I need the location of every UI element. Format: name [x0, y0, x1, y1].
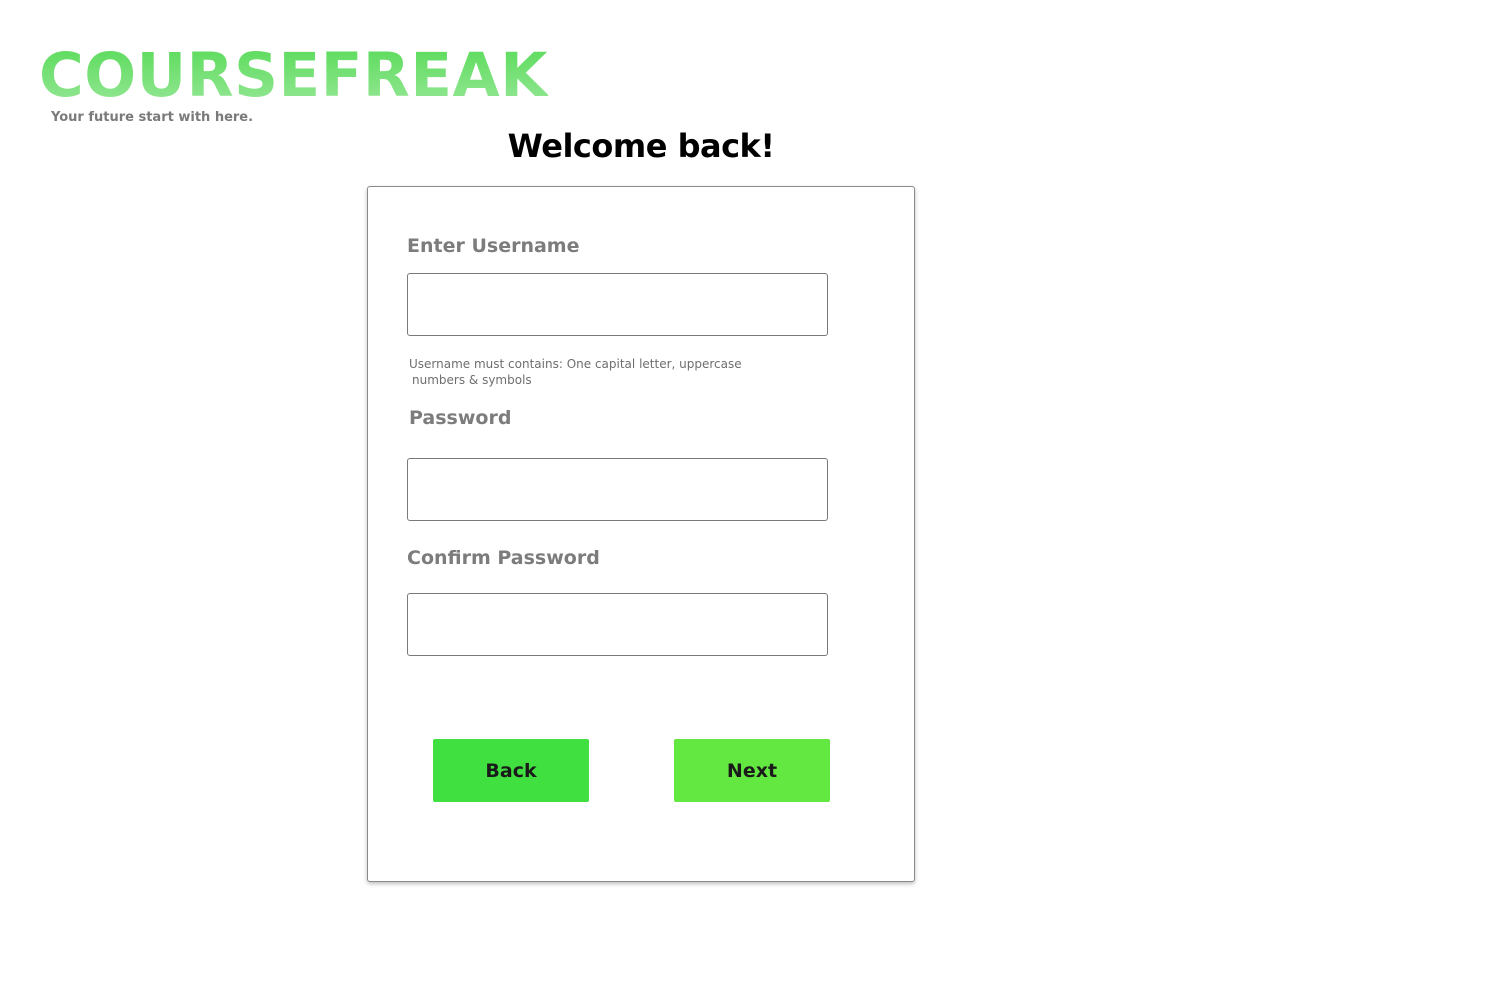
- password-label: Password: [409, 407, 512, 429]
- next-button[interactable]: Next: [674, 739, 830, 802]
- username-label: Enter Username: [407, 235, 580, 257]
- brand-tagline: Your future start with here.: [51, 110, 254, 125]
- username-hint-line-2: numbers & symbols: [412, 373, 532, 387]
- page-title: Welcome back!: [507, 127, 775, 165]
- brand: COURSEFREAK Your future start with here.: [39, 40, 549, 125]
- brand-logo: COURSEFREAK: [39, 40, 549, 111]
- username-input[interactable]: [407, 273, 828, 336]
- confirm-password-input[interactable]: [407, 593, 828, 656]
- back-button[interactable]: Back: [433, 739, 589, 802]
- username-hint: Username must contains: One capital lett…: [409, 356, 749, 388]
- confirm-password-label: Confirm Password: [407, 547, 600, 569]
- signup-card: Enter Username Username must contains: O…: [367, 186, 915, 882]
- password-input[interactable]: [407, 458, 828, 521]
- username-hint-line-1: Username must contains: One capital lett…: [409, 357, 742, 371]
